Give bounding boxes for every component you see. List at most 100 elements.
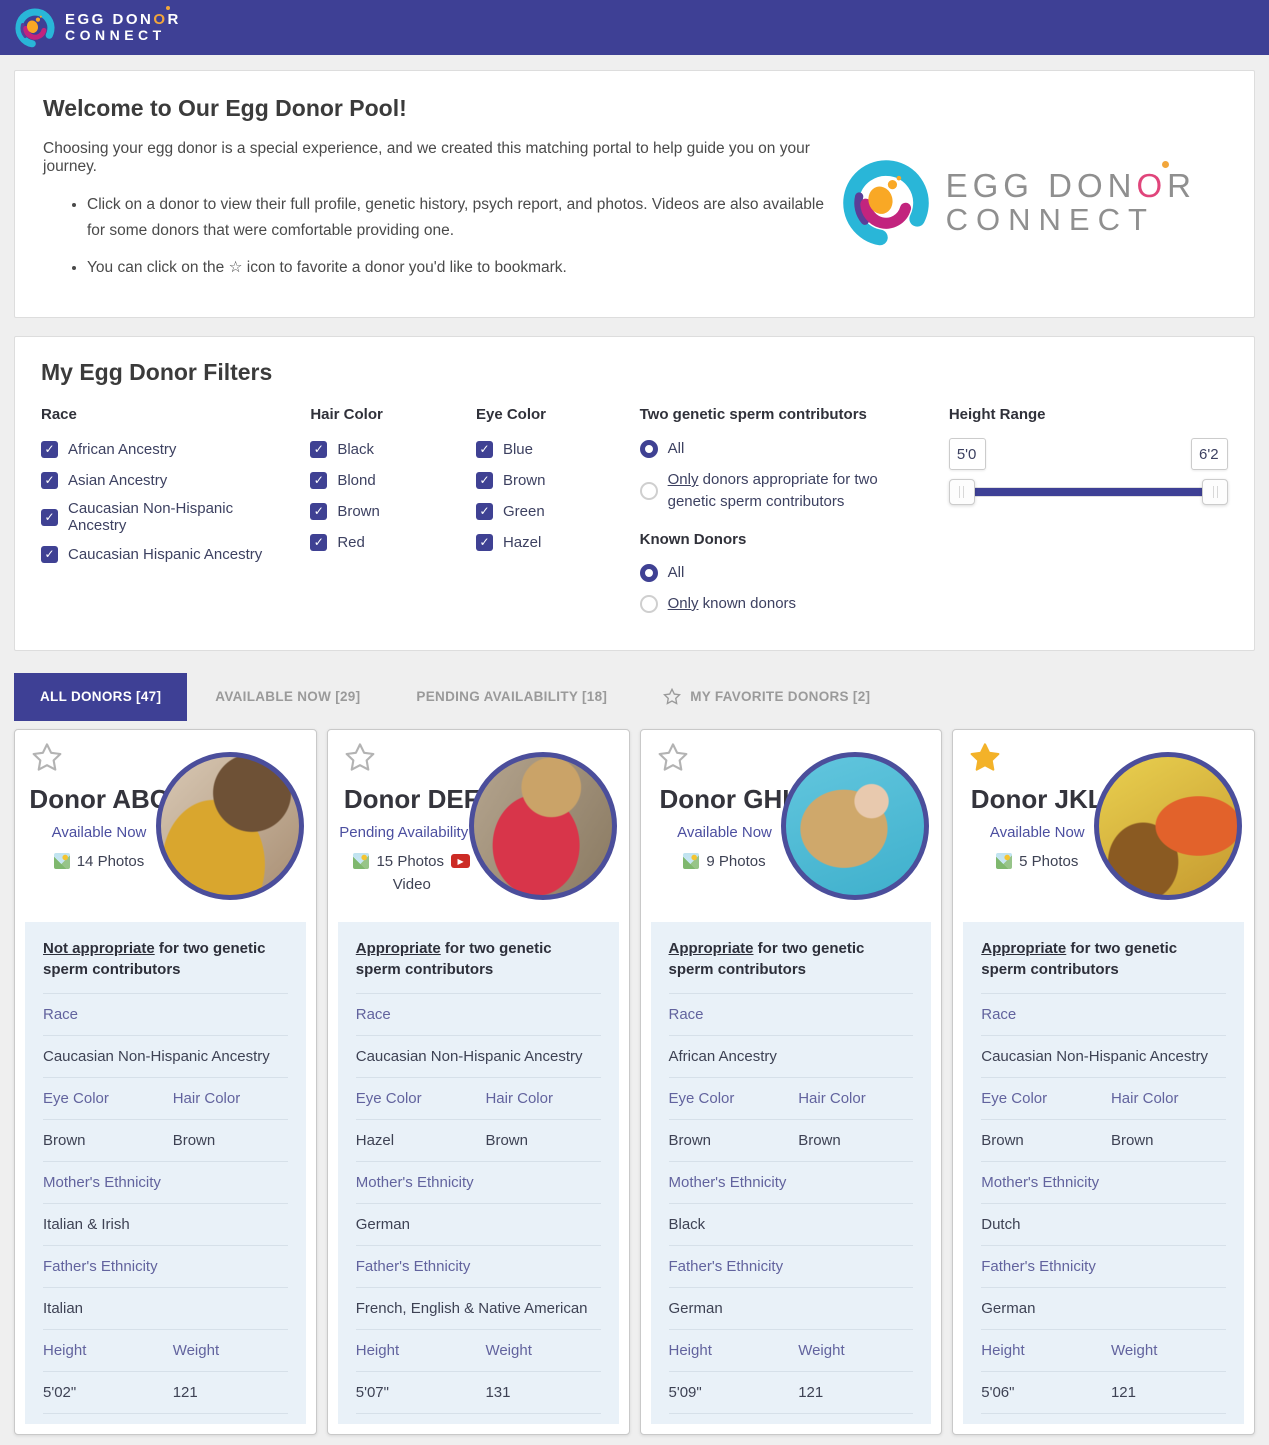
checkbox-hair-black[interactable]: ✓ Black	[310, 438, 428, 460]
welcome-bullets: Click on a donor to view their full prof…	[87, 192, 840, 281]
checkbox-checked-icon: ✓	[310, 503, 327, 520]
donor-name: Donor JKL	[963, 784, 1111, 815]
radio-two-genetic-all[interactable]: All	[640, 438, 901, 460]
tab-my-favorite-donors[interactable]: MY FAVORITE DONORS [2]	[635, 673, 898, 721]
donor-card-abc[interactable]: Donor ABC Available Now 14 Photos Not ap…	[14, 729, 317, 1435]
weight-value: 121	[798, 1382, 913, 1403]
donor-name: Donor ABC	[25, 784, 173, 815]
welcome-logo-icon	[840, 157, 932, 249]
checkbox-asian-ancestry[interactable]: ✓ Asian Ancestry	[41, 469, 262, 491]
height-label: Height	[356, 1340, 486, 1361]
height-min-input[interactable]	[949, 438, 986, 470]
checkbox-label: Red	[337, 534, 365, 551]
checkbox-eye-hazel[interactable]: ✓Hazel	[476, 531, 592, 553]
hair-color-label: Hair Color	[485, 1088, 600, 1109]
donor-card-def[interactable]: Donor DEF Pending Availabilityi 15 Photo…	[327, 729, 630, 1435]
checkbox-checked-icon: ✓	[310, 441, 327, 458]
eye-color-value: Brown	[981, 1130, 1111, 1151]
checkbox-hair-blond[interactable]: ✓Blond	[310, 469, 428, 491]
height-value: 5'09"	[669, 1382, 799, 1403]
checkbox-hair-brown[interactable]: ✓Brown	[310, 500, 428, 522]
tab-all-donors[interactable]: ALL DONORS [47]	[14, 673, 187, 721]
video-icon[interactable]: ▶	[451, 854, 470, 868]
checkbox-label: Hazel	[503, 534, 541, 551]
checkbox-label: Blue	[503, 441, 533, 458]
donor-card-ghi[interactable]: Donor GHI Available Now 9 Photos Appropr…	[640, 729, 943, 1435]
welcome-bullet: Click on a donor to view their full prof…	[87, 192, 840, 245]
donor-card-jkl[interactable]: Donor JKL Available Now 5 Photos Appropr…	[952, 729, 1255, 1435]
checkbox-hair-red[interactable]: ✓Red	[310, 531, 428, 553]
hair-color-value: Brown	[798, 1130, 913, 1151]
favorite-star-icon[interactable]	[31, 742, 63, 774]
checkbox-eye-green[interactable]: ✓Green	[476, 500, 592, 522]
filter-heading-race: Race	[41, 406, 262, 423]
checkbox-eye-blue[interactable]: ✓Blue	[476, 438, 592, 460]
race-value: Caucasian Non-Hispanic Ancestry	[356, 1036, 601, 1078]
appropriate-row: Appropriate for two genetic sperm contri…	[356, 926, 601, 994]
radio-selected-icon	[640, 440, 658, 458]
radio-selected-icon	[640, 564, 658, 582]
favorite-star-icon[interactable]	[657, 742, 689, 774]
radio-two-genetic-only[interactable]: Only donors appropriate for two genetic …	[640, 469, 901, 513]
donor-photo[interactable]	[1094, 752, 1242, 900]
appropriate-row: Appropriate for two genetic sperm contri…	[981, 926, 1226, 994]
race-label: Race	[43, 994, 288, 1036]
filter-group-two-genetic: Two genetic sperm contributors All Only …	[640, 406, 901, 624]
photos-icon	[683, 853, 699, 869]
radio-label: All	[668, 562, 685, 584]
tab-pending-availability[interactable]: PENDING AVAILABILITY [18]	[388, 673, 635, 721]
height-value: 5'06"	[981, 1382, 1111, 1403]
brand-logo[interactable]: EGG DONOR CONNECT	[14, 7, 181, 49]
radio-unselected-icon	[640, 482, 658, 500]
tab-available-now[interactable]: AVAILABLE NOW [29]	[187, 673, 388, 721]
donor-photo[interactable]	[781, 752, 929, 900]
checkbox-eye-brown[interactable]: ✓Brown	[476, 469, 592, 491]
height-value: 5'02"	[43, 1382, 173, 1403]
weight-label: Weight	[1111, 1340, 1226, 1361]
availability-status: Available Now	[963, 824, 1111, 841]
donor-photo[interactable]	[469, 752, 617, 900]
brand-line2: CONNECT	[65, 28, 181, 43]
height-range-slider[interactable]	[949, 478, 1228, 506]
donor-photo[interactable]	[156, 752, 304, 900]
filter-group-hair-color: Hair Color ✓Black ✓Blond ✓Brown ✓Red	[310, 406, 428, 624]
welcome-title: Welcome to Our Egg Donor Pool!	[43, 95, 840, 122]
filter-group-known-donors: Known Donors All Only known donors	[640, 531, 901, 615]
checkbox-label: Asian Ancestry	[68, 472, 167, 489]
checkbox-caucasian-hispanic[interactable]: ✓Caucasian Hispanic Ancestry	[41, 543, 262, 565]
donor-video-line[interactable]: Video	[338, 876, 486, 893]
slider-fill	[975, 488, 1202, 496]
mothers-ethnicity-label: Mother's Ethnicity	[981, 1162, 1226, 1204]
filter-heading-hair: Hair Color	[310, 406, 428, 423]
filter-group-race: Race ✓African Ancestry ✓ Asian Ancestry ✓…	[41, 406, 262, 624]
appropriate-flag: Appropriate	[356, 940, 441, 957]
radio-known-donors-only[interactable]: Only known donors	[640, 593, 901, 615]
checkbox-checked-icon: ✓	[41, 509, 58, 526]
radio-known-donors-all[interactable]: All	[640, 562, 901, 584]
filter-heading-height-range: Height Range	[949, 406, 1228, 423]
height-label: Height	[981, 1340, 1111, 1361]
mothers-ethnicity-value: Black	[669, 1204, 914, 1246]
checkbox-caucasian-non-hispanic[interactable]: ✓Caucasian Non-Hispanic Ancestry	[41, 500, 262, 534]
fathers-ethnicity-value: French, English & Native American	[356, 1288, 601, 1330]
hair-color-value: Brown	[173, 1130, 288, 1151]
favorite-star-icon[interactable]	[969, 742, 1001, 774]
checkbox-label: Black	[337, 441, 374, 458]
mothers-ethnicity-label: Mother's Ethnicity	[356, 1162, 601, 1204]
welcome-bullet: You can click on the ☆ icon to favorite …	[87, 255, 840, 281]
slider-handle-min[interactable]	[949, 479, 975, 505]
slider-handle-max[interactable]	[1202, 479, 1228, 505]
eye-color-value: Brown	[43, 1130, 173, 1151]
height-max-input[interactable]	[1191, 438, 1228, 470]
race-value: African Ancestry	[669, 1036, 914, 1078]
appropriate-row: Appropriate for two genetic sperm contri…	[669, 926, 914, 994]
checkbox-african-ancestry[interactable]: ✓African Ancestry	[41, 438, 262, 460]
checkbox-checked-icon: ✓	[41, 472, 58, 489]
weight-value: 131	[485, 1382, 600, 1403]
radio-label: Only donors appropriate for two genetic …	[668, 469, 901, 513]
mothers-ethnicity-value: Italian & Irish	[43, 1204, 288, 1246]
fathers-ethnicity-value: German	[981, 1288, 1226, 1330]
eye-color-label: Eye Color	[981, 1088, 1111, 1109]
welcome-panel: Welcome to Our Egg Donor Pool! Choosing …	[14, 70, 1255, 318]
favorite-star-icon[interactable]	[344, 742, 376, 774]
